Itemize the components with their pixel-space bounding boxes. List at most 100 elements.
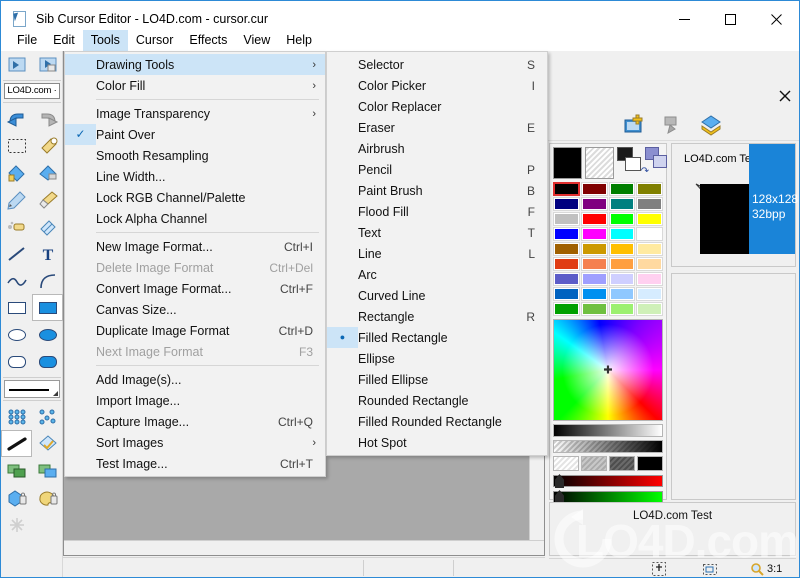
menu-item[interactable]: Airbrush (327, 138, 547, 159)
palette-swatch[interactable] (553, 182, 580, 196)
dock-close-icon[interactable] (776, 87, 794, 105)
palette-swatch[interactable] (580, 182, 608, 196)
redo-icon[interactable] (32, 105, 63, 132)
palette-swatch[interactable] (636, 197, 663, 211)
convert-image-icon[interactable] (699, 113, 723, 137)
menu-item[interactable]: ● Filled Rectangle (327, 327, 547, 348)
menu-item[interactable]: Lock Alpha Channel (65, 208, 325, 229)
palette-swatch[interactable] (636, 257, 663, 271)
palette-swatch[interactable] (608, 242, 636, 256)
menu-effects[interactable]: Effects (181, 30, 235, 51)
canvas-horizontal-scrollbar[interactable] (64, 540, 544, 555)
palette-swatch[interactable] (553, 287, 580, 301)
menu-view[interactable]: View (235, 30, 278, 51)
pencil-icon[interactable] (1, 186, 32, 213)
new-cursor-icon[interactable] (1, 51, 32, 78)
dither-grid-icon[interactable] (1, 403, 32, 430)
curved-line-icon[interactable] (1, 267, 32, 294)
menu-edit[interactable]: Edit (45, 30, 83, 51)
palette-swatch[interactable] (580, 257, 608, 271)
menu-item[interactable]: Color Picker I (327, 75, 547, 96)
palette-swatch[interactable] (553, 302, 580, 316)
menu-item[interactable]: Rounded Rectangle (327, 390, 547, 411)
palette-swatch[interactable] (580, 197, 608, 211)
tools-dropdown-menu[interactable]: Drawing Tools › Color Fill › Image Transpare… (64, 51, 326, 477)
arc-icon[interactable] (32, 267, 63, 294)
palette-swatch[interactable] (636, 302, 663, 316)
palette-swatch[interactable] (608, 257, 636, 271)
menu-file[interactable]: File (9, 30, 45, 51)
filled-ellipse-icon[interactable] (32, 321, 63, 348)
menu-item[interactable]: Color Fill › (65, 75, 325, 96)
menu-item[interactable]: Test Image... Ctrl+T (65, 453, 325, 474)
thick-line-icon[interactable] (1, 430, 32, 457)
palette-swatch[interactable] (636, 242, 663, 256)
text-icon[interactable]: T (32, 240, 63, 267)
color-replacer-icon[interactable] (32, 159, 63, 186)
palette-swatch[interactable] (608, 227, 636, 241)
menu-item[interactable]: Curved Line (327, 285, 547, 306)
menu-item[interactable]: Add Image(s)... (65, 369, 325, 390)
menu-help[interactable]: Help (278, 30, 320, 51)
menu-item[interactable]: Duplicate Image Format Ctrl+D (65, 320, 325, 341)
palette-swatch[interactable] (553, 257, 580, 271)
alpha-gradient-bar[interactable] (553, 440, 663, 453)
menu-item[interactable]: Canvas Size... (65, 299, 325, 320)
palette-swatch[interactable] (636, 227, 663, 241)
palette-swatch[interactable] (553, 197, 580, 211)
palette-swatch[interactable] (636, 287, 663, 301)
test-image-pane[interactable]: LO4D.com Test (549, 502, 796, 556)
menu-item[interactable]: Filled Ellipse (327, 369, 547, 390)
palette-swatch[interactable] (580, 242, 608, 256)
menu-item[interactable]: Sort Images › (65, 432, 325, 453)
rounded-rectangle-icon[interactable] (1, 348, 32, 375)
eraser-icon[interactable] (32, 213, 63, 240)
menu-item[interactable]: Eraser E (327, 117, 547, 138)
image-preview-pane[interactable]: LO4D.com Test 128x128 32bpp (671, 143, 798, 267)
menu-item[interactable]: Color Replacer (327, 96, 547, 117)
palette-swatch[interactable] (636, 182, 663, 196)
hot-spot-icon[interactable] (1, 511, 32, 538)
menu-item[interactable]: Import Image... (65, 390, 325, 411)
palette-swatch[interactable] (608, 197, 636, 211)
flood-fill-icon[interactable] (1, 159, 32, 186)
menu-item[interactable]: Convert Image Format... Ctrl+F (65, 278, 325, 299)
merge-layers-icon[interactable] (1, 457, 32, 484)
smooth-icon[interactable] (32, 430, 63, 457)
swap-colors-icon[interactable]: ↷ (641, 147, 667, 177)
line-width-selector[interactable] (4, 380, 60, 398)
background-color-swatch[interactable] (585, 147, 615, 179)
red-slider[interactable] (553, 474, 663, 488)
large-preview-pane[interactable] (671, 273, 796, 500)
open-cursor-icon[interactable] (32, 51, 63, 78)
menu-item[interactable]: Rectangle R (327, 306, 547, 327)
palette-swatch[interactable] (580, 227, 608, 241)
alpha-preset-0[interactable] (553, 456, 579, 471)
menu-item[interactable]: Filled Rounded Rectangle (327, 411, 547, 432)
palette-swatch[interactable] (608, 212, 636, 226)
menu-item[interactable]: Line L (327, 243, 547, 264)
palette-swatch[interactable] (608, 272, 636, 286)
palette-swatch[interactable] (636, 212, 663, 226)
format-badge[interactable]: 128x128 32bpp (749, 144, 798, 254)
menu-item[interactable]: Pencil P (327, 159, 547, 180)
lock-rgb-icon[interactable] (1, 484, 32, 511)
menu-item[interactable]: Hot Spot (327, 432, 547, 453)
dither-sparse-icon[interactable] (32, 403, 63, 430)
menu-item[interactable]: Flood Fill F (327, 201, 547, 222)
menu-item[interactable]: Arc (327, 264, 547, 285)
rectangle-icon[interactable] (1, 294, 32, 321)
menu-item[interactable]: Ellipse (327, 348, 547, 369)
foreground-color-swatch[interactable] (553, 147, 583, 179)
menu-item[interactable]: Smooth Resampling (65, 145, 325, 166)
filled-rectangle-icon[interactable] (32, 294, 63, 321)
palette-swatch[interactable] (553, 212, 580, 226)
alpha-preset-3[interactable] (637, 456, 663, 471)
palette-swatch[interactable] (608, 302, 636, 316)
selector-icon[interactable] (1, 132, 32, 159)
menu-item[interactable]: Selector S (327, 54, 547, 75)
add-image-icon[interactable] (623, 113, 647, 137)
fg-bg-indicator-icon[interactable] (617, 147, 642, 177)
palette-swatch[interactable] (580, 272, 608, 286)
airbrush-icon[interactable] (1, 213, 32, 240)
